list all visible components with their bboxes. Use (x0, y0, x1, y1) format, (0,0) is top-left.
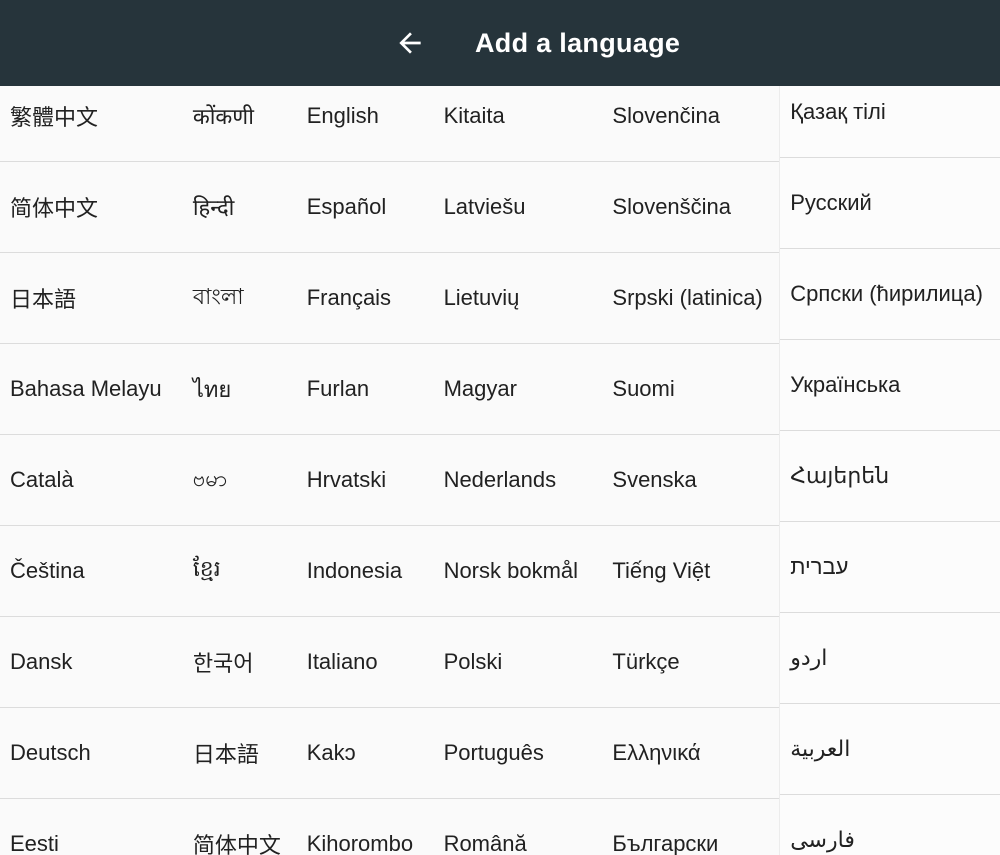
language-column: 繁體中文 简体中文 日本語 Bahasa Melayu Català Čeština Dan… (0, 86, 183, 855)
language-grid: 繁體中文 简体中文 日本語 Bahasa Melayu Català Čeština Dan… (0, 86, 1000, 855)
language-item[interactable]: 简体中文 (183, 799, 297, 855)
language-item[interactable]: English (296, 86, 434, 162)
language-column: Kitaita Latviešu Lietuvių Magyar Nederlands N… (433, 86, 603, 855)
language-item[interactable]: हिन्दी (182, 162, 297, 253)
language-item[interactable]: Tiếng Việt (602, 526, 780, 617)
language-item[interactable]: Português (433, 708, 603, 799)
language-item[interactable]: ဗမာ (182, 435, 297, 526)
language-item[interactable]: Հայերեն (780, 431, 1000, 522)
language-item[interactable]: Српски (ћирилица) (780, 249, 1000, 340)
language-item[interactable]: Italiano (296, 617, 434, 708)
language-item[interactable]: ខ្មែរ (182, 526, 297, 617)
language-item[interactable]: Català (0, 435, 183, 526)
language-item[interactable]: Srpski (latinica) (602, 253, 780, 344)
language-item[interactable]: اردو (780, 613, 1000, 704)
language-item[interactable]: Bahasa Melayu (0, 344, 183, 435)
language-item[interactable]: Lietuvių (433, 253, 603, 344)
back-button[interactable] (391, 24, 429, 62)
language-item[interactable]: Svenska (602, 435, 780, 526)
language-item[interactable]: 日本語 (182, 708, 297, 799)
language-item[interactable]: Українська (780, 340, 1000, 431)
language-item[interactable]: فارسی (780, 795, 1000, 855)
language-item[interactable]: Kihorombo (297, 799, 434, 855)
language-item[interactable]: Polski (433, 617, 603, 708)
language-item[interactable]: Български (602, 799, 779, 855)
language-item[interactable]: Türkçe (602, 617, 780, 708)
language-column: Slovenčina Slovenščina Srpski (latinica) Su… (602, 86, 780, 855)
language-item[interactable]: Kitaita (433, 86, 603, 162)
language-item[interactable]: Čeština (0, 526, 183, 617)
language-item[interactable]: Suomi (602, 344, 780, 435)
language-item[interactable]: Norsk bokmål (433, 526, 603, 617)
language-item[interactable]: 简体中文 (0, 162, 183, 253)
language-item[interactable]: 한국어 (182, 617, 297, 708)
language-item[interactable]: Furlan (296, 344, 434, 435)
language-item[interactable]: Dansk (0, 617, 183, 708)
language-item[interactable]: Español (296, 162, 434, 253)
app-bar: Add a language (0, 0, 1000, 86)
language-item[interactable]: Latviešu (433, 162, 603, 253)
language-item[interactable]: Kakɔ (296, 708, 434, 799)
language-item[interactable]: Magyar (433, 344, 603, 435)
language-column: English Español Français Furlan Hrvatski Indo… (296, 86, 434, 855)
language-item[interactable]: العربية (780, 704, 1000, 795)
language-item[interactable]: עברית (780, 522, 1000, 613)
language-item[interactable]: Ελληνικά (602, 708, 780, 799)
language-item[interactable]: ไทย (182, 344, 297, 435)
language-item[interactable]: Indonesia (296, 526, 434, 617)
page-title: Add a language (475, 28, 681, 58)
language-column: Қазақ тілі Русский Српски (ћирилица) Україн… (779, 86, 1000, 855)
language-item[interactable]: Қазақ тілі (780, 86, 1000, 158)
language-item[interactable]: Français (296, 253, 434, 344)
language-item[interactable]: বাংলা (182, 253, 297, 344)
language-item[interactable]: Deutsch (0, 708, 183, 799)
language-item[interactable]: Hrvatski (296, 435, 434, 526)
add-language-screen: Add a language 繁體中文 简体中文 日本語 Bahasa Melayu C… (0, 0, 1000, 855)
language-item[interactable]: Slovenčina (602, 86, 780, 162)
language-item[interactable]: 繁體中文 (0, 86, 183, 162)
language-item[interactable]: Русский (780, 158, 1000, 249)
language-item[interactable]: Eesti (0, 799, 183, 855)
language-item[interactable]: 日本語 (0, 253, 183, 344)
language-item[interactable]: कोंकणी (182, 86, 297, 162)
language-item[interactable]: Română (434, 799, 603, 855)
language-item[interactable]: Nederlands (433, 435, 603, 526)
arrow-back-icon (394, 27, 426, 59)
language-column: कोंकणी हिन्दी বাংলা ไทย ဗမာ ខ្មែរ 한국어 日本語 简体中文 (182, 86, 297, 855)
language-item[interactable]: Slovenščina (602, 162, 780, 253)
